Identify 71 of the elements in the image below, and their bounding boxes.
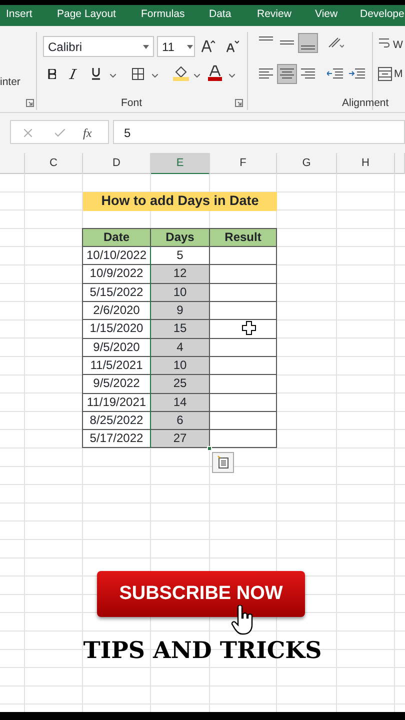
orientation-icon[interactable] xyxy=(328,36,344,48)
table-header-cell: Date xyxy=(82,228,151,248)
ribbon-tab[interactable]: View xyxy=(315,7,338,23)
group-label: Alignment xyxy=(342,96,389,111)
caret-icon[interactable] xyxy=(194,74,200,78)
caret-icon[interactable] xyxy=(110,74,116,78)
caret-icon[interactable] xyxy=(229,74,235,78)
ribbon-tab[interactable]: Insert xyxy=(6,7,32,23)
caret-icon[interactable] xyxy=(143,45,149,49)
button-label: W xyxy=(393,38,403,53)
table-cell xyxy=(209,392,277,412)
font-size-field[interactable]: 11 xyxy=(157,36,195,57)
ribbon-tab[interactable]: Page Layout xyxy=(57,7,116,23)
borders-icon[interactable] xyxy=(132,68,144,80)
table-cell[interactable]: 9 xyxy=(150,301,210,320)
hand-cursor-icon xyxy=(231,605,255,637)
align-center-icon[interactable] xyxy=(277,64,297,84)
paste-options-icon[interactable] xyxy=(212,452,234,473)
table-cell xyxy=(209,429,277,448)
group-label: Font xyxy=(121,96,142,111)
font-name-field[interactable]: Calibri xyxy=(43,36,154,57)
table-cell xyxy=(209,356,277,376)
font-color-icon[interactable] xyxy=(208,65,222,81)
shrink-font-icon[interactable] xyxy=(225,39,239,53)
dialog-launcher-icon[interactable] xyxy=(235,99,243,107)
table-cell xyxy=(209,246,277,266)
cross-cursor-icon xyxy=(242,321,256,335)
sheet-title: How to add Days in Date xyxy=(83,192,277,211)
subscribe-button[interactable]: SUBSCRIBE NOW xyxy=(97,571,305,617)
underline-icon[interactable] xyxy=(92,68,100,80)
worksheet-grid[interactable] xyxy=(0,174,405,712)
table-cell[interactable]: 15 xyxy=(150,319,210,339)
caret-icon[interactable] xyxy=(187,45,193,49)
table-cell: 1/15/2020 xyxy=(82,319,151,339)
ribbon-tab[interactable]: Develope xyxy=(360,7,404,23)
table-cell[interactable]: 27 xyxy=(150,429,210,448)
button-label: M xyxy=(394,67,403,82)
table-cell xyxy=(209,410,277,430)
table-cell: 9/5/2022 xyxy=(82,374,151,394)
caret-icon[interactable] xyxy=(152,74,158,78)
fill-handle[interactable] xyxy=(207,446,212,450)
table-cell xyxy=(209,338,277,357)
table-header-cell: Days xyxy=(150,228,210,248)
table-cell[interactable]: 25 xyxy=(150,374,210,394)
grow-font-icon[interactable] xyxy=(201,39,215,53)
italic-icon[interactable] xyxy=(69,69,77,79)
table-cell xyxy=(209,264,277,284)
decrease-indent-icon[interactable] xyxy=(327,68,343,80)
insert-function-button[interactable]: fx xyxy=(83,124,92,142)
group-label: inter xyxy=(0,75,20,90)
table-header-cell: Result xyxy=(209,228,277,248)
merge-cells-icon[interactable] xyxy=(378,67,392,81)
ribbon-tab[interactable]: Formulas xyxy=(141,7,185,23)
bold-icon[interactable] xyxy=(48,69,56,79)
column-header[interactable]: E xyxy=(151,153,210,175)
table-cell xyxy=(209,374,277,394)
dialog-launcher-icon[interactable] xyxy=(26,99,34,107)
table-cell[interactable]: 14 xyxy=(150,392,210,412)
table-cell: 5/17/2022 xyxy=(82,429,151,448)
table-cell[interactable]: 4 xyxy=(150,338,210,357)
table-cell[interactable]: 12 xyxy=(150,264,210,284)
bottom-align-icon[interactable] xyxy=(298,33,318,53)
increase-indent-icon[interactable] xyxy=(349,68,365,80)
caption-text: TIPS AND TRICKS xyxy=(83,636,322,666)
table-cell xyxy=(209,301,277,320)
formula-input[interactable]: 5 xyxy=(113,120,405,144)
table-cell: 10/9/2022 xyxy=(82,264,151,284)
ribbon-tab[interactable]: Data xyxy=(209,7,232,23)
table-cell xyxy=(209,282,277,302)
ribbon-tab[interactable]: Review xyxy=(257,7,292,23)
fill-color-icon[interactable] xyxy=(173,65,189,81)
